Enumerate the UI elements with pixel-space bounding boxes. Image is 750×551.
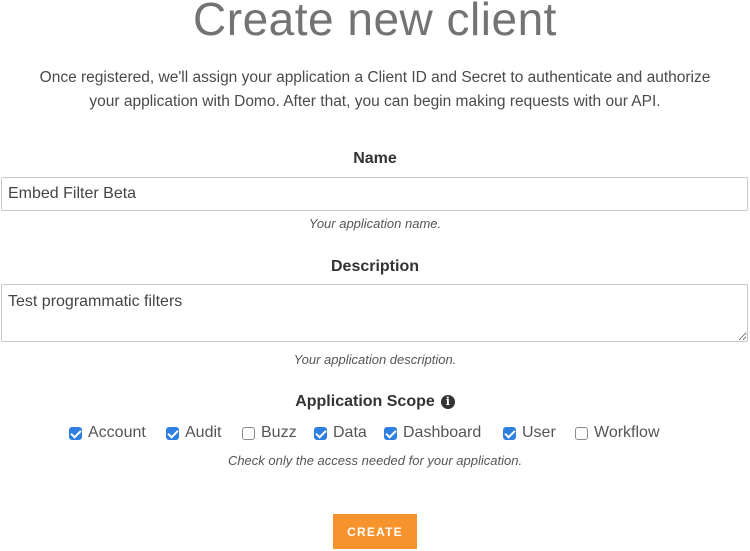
scope-audit-checkbox[interactable] — [166, 426, 179, 440]
name-hint: Your application name. — [308, 216, 442, 231]
name-label: Name — [353, 150, 397, 167]
scope-dashboard-label: Dashboard — [403, 424, 482, 441]
scope-workflow-checkbox[interactable] — [575, 426, 588, 440]
scope-account[interactable]: Account — [69, 422, 146, 444]
scope-data[interactable]: Data — [314, 422, 367, 444]
scope-buzz-label: Buzz — [261, 424, 297, 441]
create-button[interactable]: CREATE — [333, 514, 417, 549]
description-input[interactable]: Test programmatic filters — [1, 284, 748, 342]
page-title: Create new client — [193, 0, 557, 45]
scope-workflow-label: Workflow — [594, 424, 660, 441]
description-label: Description — [330, 258, 419, 275]
intro-text: Once registered, we'll assign your appli… — [0, 66, 750, 114]
intro-line-1: Once registered, we'll assign your appli… — [39, 69, 711, 86]
info-icon[interactable]: i — [440, 395, 455, 409]
description-hint: Your application description. — [293, 352, 457, 367]
scope-user[interactable]: User — [503, 422, 556, 444]
scope-data-checkbox[interactable] — [314, 426, 327, 440]
scope-buzz[interactable]: Buzz — [242, 422, 297, 444]
scope-user-checkbox[interactable] — [503, 426, 516, 440]
scope-audit-label: Audit — [185, 424, 222, 441]
scope-buzz-checkbox[interactable] — [242, 426, 255, 440]
scope-account-checkbox[interactable] — [69, 426, 82, 440]
intro-line-2: your application with Domo. After that, … — [89, 93, 661, 110]
scope-dashboard[interactable]: Dashboard — [384, 422, 481, 444]
scope-user-label: User — [522, 424, 556, 441]
scope-dashboard-checkbox[interactable] — [384, 426, 397, 440]
scope-account-label: Account — [88, 424, 146, 441]
scope-hint: Check only the access needed for your ap… — [227, 453, 523, 468]
scope-options: Account Audit Buzz Data Dashboard User W… — [0, 422, 750, 444]
scope-label: Application Scope i — [0, 393, 750, 411]
name-input[interactable] — [1, 177, 748, 211]
scope-audit[interactable]: Audit — [166, 422, 221, 444]
scope-data-label: Data — [333, 424, 367, 441]
scope-label-text: Application Scope — [295, 393, 435, 410]
scope-workflow[interactable]: Workflow — [575, 422, 660, 444]
